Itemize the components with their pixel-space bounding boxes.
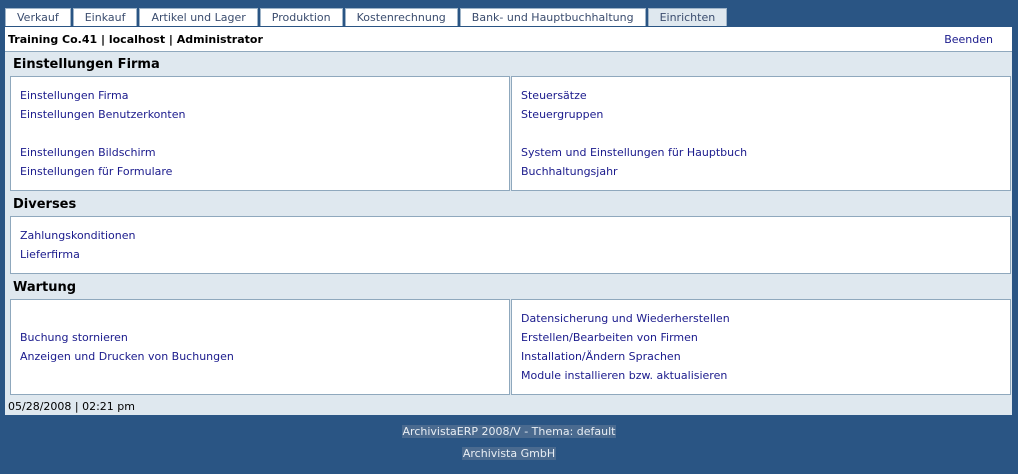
link-anzeigen-drucken-buchungen[interactable]: Anzeigen und Drucken von Buchungen	[20, 350, 234, 363]
link-einstellungen-bildschirm[interactable]: Einstellungen Bildschirm	[20, 146, 156, 159]
diverses-box: Zahlungskonditionen Lieferfirma	[10, 216, 1011, 274]
link-module-installieren[interactable]: Module installieren bzw. aktualisieren	[521, 369, 727, 382]
link-einstellungen-benutzerkonten[interactable]: Einstellungen Benutzerkonten	[20, 108, 185, 121]
link-datensicherung[interactable]: Datensicherung und Wiederherstellen	[521, 312, 730, 325]
main-panel: Training Co.41 | localhost | Administrat…	[5, 27, 1012, 415]
footer-version-text: ArchivistaERP 2008/V - Thema: default	[401, 425, 617, 438]
wartung-left-box: Buchung stornieren Anzeigen und Drucken …	[10, 299, 510, 395]
tab-produktion[interactable]: Produktion	[259, 8, 343, 26]
link-lieferfirma[interactable]: Lieferfirma	[20, 248, 80, 261]
firma-right-box: Steuersätze Steuergruppen System und Ein…	[511, 76, 1011, 191]
status-datetime: 05/28/2008 | 02:21 pm	[8, 400, 135, 413]
link-einstellungen-formulare[interactable]: Einstellungen für Formulare	[20, 165, 172, 178]
link-buchhaltungsjahr[interactable]: Buchhaltungsjahr	[521, 165, 618, 178]
link-steuersaetze[interactable]: Steuersätze	[521, 89, 587, 102]
section-title-diverses: Diverses	[13, 197, 77, 212]
module-tabs: Verkauf Einkauf Artikel und Lager Produk…	[5, 8, 728, 26]
tab-artikel-und-lager[interactable]: Artikel und Lager	[139, 8, 258, 26]
link-firmen-bearbeiten[interactable]: Erstellen/Bearbeiten von Firmen	[521, 331, 698, 344]
footer-company: Archivista GmbH	[0, 447, 1018, 460]
link-system-hauptbuch[interactable]: System und Einstellungen für Hauptbuch	[521, 146, 747, 159]
header-bar: Training Co.41 | localhost | Administrat…	[5, 27, 1012, 52]
link-steuergruppen[interactable]: Steuergruppen	[521, 108, 603, 121]
tab-bank-und-hauptbuchhaltung[interactable]: Bank- und Hauptbuchhaltung	[459, 8, 646, 26]
link-buchung-stornieren[interactable]: Buchung stornieren	[20, 331, 128, 344]
company-info: Training Co.41 | localhost | Administrat…	[8, 33, 263, 46]
section-title-wartung: Wartung	[13, 280, 77, 295]
link-einstellungen-firma[interactable]: Einstellungen Firma	[20, 89, 128, 102]
tab-verkauf[interactable]: Verkauf	[5, 8, 71, 26]
footer-version: ArchivistaERP 2008/V - Thema: default	[0, 425, 1018, 438]
footer-company-text: Archivista GmbH	[461, 447, 557, 460]
tab-kostenrechnung[interactable]: Kostenrechnung	[344, 8, 458, 26]
firma-left-box: Einstellungen Firma Einstellungen Benutz…	[10, 76, 510, 191]
section-title-einstellungen-firma: Einstellungen Firma	[13, 57, 160, 72]
link-sprachen[interactable]: Installation/Ändern Sprachen	[521, 350, 681, 363]
tab-einkauf[interactable]: Einkauf	[72, 8, 138, 26]
tab-einrichten[interactable]: Einrichten	[647, 8, 728, 26]
link-zahlungskonditionen[interactable]: Zahlungskonditionen	[20, 229, 136, 242]
wartung-right-box: Datensicherung und Wiederherstellen Erst…	[511, 299, 1011, 395]
logout-link[interactable]: Beenden	[944, 33, 993, 46]
